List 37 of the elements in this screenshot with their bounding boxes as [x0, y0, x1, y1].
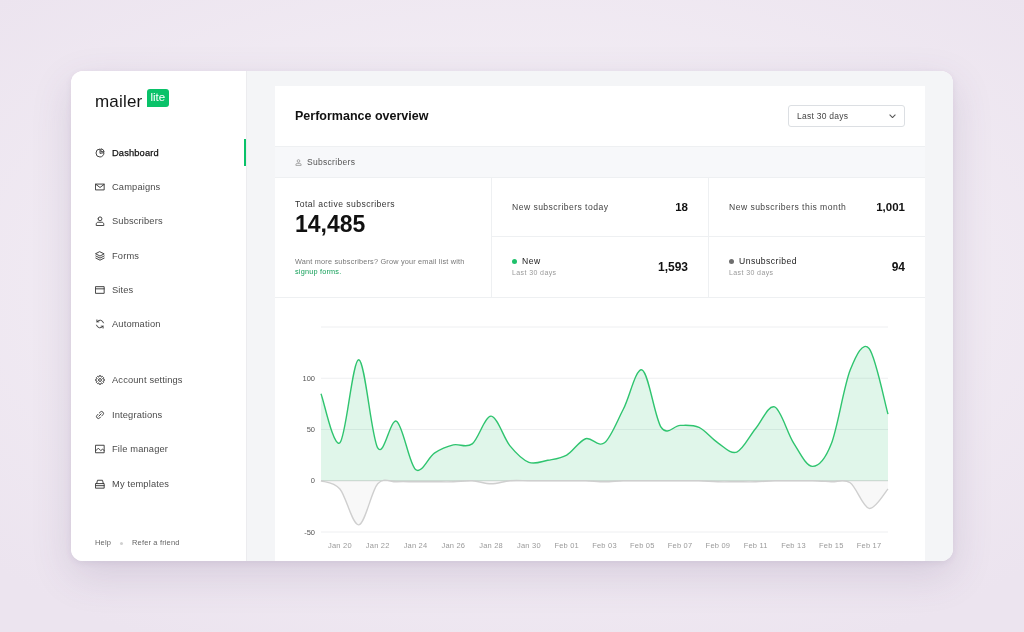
- panel-title: Performance overview: [295, 109, 429, 123]
- nav-item[interactable]: Account settings: [71, 366, 246, 394]
- layers-icon: [95, 250, 105, 261]
- stat-label: New subscribers this month: [729, 202, 847, 212]
- stat-label: New subscribers today: [512, 202, 609, 212]
- date-range-dropdown[interactable]: Last 30 days: [788, 105, 905, 127]
- nav-item[interactable]: Integrations: [71, 401, 246, 429]
- stat-value: 18: [675, 201, 688, 213]
- circular-arrows-icon: [95, 319, 105, 330]
- stat-value: 1,593: [657, 260, 688, 274]
- nav-item[interactable]: Automation: [71, 310, 246, 338]
- stat-value: 1,001: [876, 201, 905, 213]
- logo-wordmark: mailer: [95, 93, 143, 110]
- nav-item[interactable]: Sites: [71, 276, 246, 304]
- person-icon: [95, 216, 105, 227]
- dot-separator-icon: [120, 541, 124, 545]
- settings-icon: [95, 375, 105, 386]
- logo-badge: lite: [146, 89, 170, 107]
- browser-window-icon: [95, 285, 105, 296]
- stat-value: 14,485: [295, 211, 367, 237]
- stat-value: 94: [891, 260, 905, 274]
- nav-item[interactable]: My templates: [71, 470, 246, 498]
- nav-item[interactable]: Campaigns: [71, 173, 246, 201]
- stat-label: Unsubscribed: [739, 256, 797, 267]
- section-label: Subscribers: [307, 157, 356, 167]
- link-icon: [95, 409, 105, 420]
- nav-item[interactable]: Subscribers: [71, 207, 246, 235]
- image-icon: [95, 444, 105, 455]
- tray-icon: [95, 478, 105, 489]
- chevron-down-icon: [889, 113, 896, 119]
- pie-chart-icon: [95, 147, 105, 158]
- nav-item[interactable]: Forms: [71, 242, 246, 270]
- nav-item[interactable]: File manager: [71, 435, 246, 463]
- stat-label: Total active subscribers: [295, 198, 397, 210]
- person-icon: [295, 158, 302, 166]
- envelope-icon: [95, 181, 105, 192]
- stat-label: New: [522, 256, 541, 267]
